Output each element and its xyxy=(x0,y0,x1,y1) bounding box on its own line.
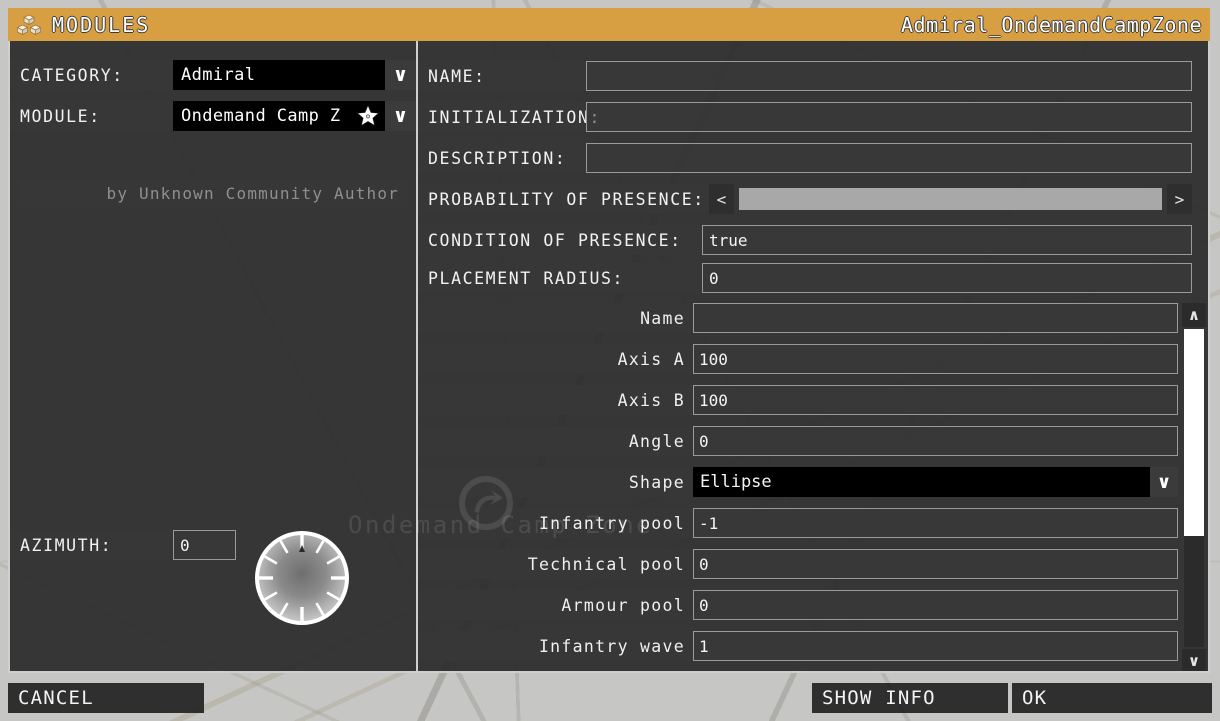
property-value: 1 xyxy=(699,636,709,656)
placement-radius-value: 0 xyxy=(709,268,719,288)
property-row: Infantry wave 1 xyxy=(418,631,1178,661)
property-row: Technical pool 0 xyxy=(418,549,1178,579)
initialization-label: INITIALIZATION: xyxy=(418,102,599,132)
show-info-button[interactable]: SHOW INFO xyxy=(812,683,1008,713)
dialog-title: MODULES xyxy=(52,12,151,37)
scroll-down-icon[interactable]: ∨ xyxy=(1182,649,1206,671)
property-label: Technical pool xyxy=(418,549,693,579)
property-label: Axis A xyxy=(418,344,693,374)
left-panel: CATEGORY: Admiral ∨ MODULE: Ondemand Cam… xyxy=(10,41,418,671)
name-input[interactable] xyxy=(586,61,1192,91)
module-row: MODULE: Ondemand Camp Z ∨ xyxy=(10,101,416,131)
condition-value: true xyxy=(709,230,748,250)
module-select[interactable]: Ondemand Camp Z xyxy=(173,101,385,131)
property-label: Angle xyxy=(418,426,693,456)
probability-of-presence-row: PROBABILITY OF PRESENCE: < > xyxy=(418,184,1192,214)
property-row: Infantry pool -1 xyxy=(418,508,1178,538)
property-input[interactable]: 1 xyxy=(693,631,1178,661)
placement-radius-row: PLACEMENT RADIUS: 0 xyxy=(418,263,1192,293)
module-chevron-down-icon[interactable]: ∨ xyxy=(385,101,416,131)
property-row: Axis B 100 xyxy=(418,385,1178,415)
dialog-body: CATEGORY: Admiral ∨ MODULE: Ondemand Cam… xyxy=(8,41,1210,673)
property-label: Name xyxy=(418,303,693,333)
property-value: 0 xyxy=(699,431,709,451)
name-label: NAME: xyxy=(418,61,586,91)
azimuth-value: 0 xyxy=(180,535,190,555)
ok-button[interactable]: OK xyxy=(1012,683,1212,713)
category-row: CATEGORY: Admiral ∨ xyxy=(10,60,416,90)
scroll-up-icon[interactable]: ∧ xyxy=(1182,303,1206,327)
probability-slider[interactable] xyxy=(739,188,1162,210)
property-chevron-down-icon[interactable]: ∨ xyxy=(1150,467,1178,497)
titlebar-left-group: MODULES xyxy=(8,13,150,37)
category-label: CATEGORY: xyxy=(10,60,173,90)
category-value: Admiral xyxy=(181,65,256,85)
probability-label: PROBABILITY OF PRESENCE: xyxy=(418,184,709,214)
property-input[interactable]: 100 xyxy=(693,344,1178,374)
modules-cubes-icon xyxy=(16,14,42,36)
property-list: Name Axis A 100 Axis B 100 Angle 0 Shape Ellipse… xyxy=(418,303,1178,671)
modules-dialog: MODULES Admiral_OndemandCampZone CATEGOR… xyxy=(8,8,1212,714)
property-label: Infantry wave xyxy=(418,631,693,661)
property-label: Infantry pool xyxy=(418,508,693,538)
description-row: DESCRIPTION: xyxy=(418,143,1192,173)
description-label: DESCRIPTION: xyxy=(418,143,586,173)
property-label: Axis B xyxy=(418,385,693,415)
property-input[interactable] xyxy=(693,303,1178,333)
property-row: Shape Ellipse ∨ xyxy=(418,467,1178,497)
property-row: Angle 0 xyxy=(418,426,1178,456)
azimuth-row: AZIMUTH: 0 xyxy=(10,530,240,560)
scrollbar-thumb[interactable] xyxy=(1184,329,1204,536)
probability-prev-button[interactable]: < xyxy=(709,184,734,214)
property-label: Armour pool xyxy=(418,590,693,620)
category-select[interactable]: Admiral xyxy=(173,60,385,90)
dialog-bottom-bar: CANCEL SHOW INFO OK xyxy=(0,673,1220,721)
property-input[interactable]: 0 xyxy=(693,590,1178,620)
property-input[interactable]: 0 xyxy=(693,426,1178,456)
scrollbar-track[interactable] xyxy=(1184,329,1204,647)
right-panel: NAME: INITIALIZATION: DESCRIPTION: PROBA… xyxy=(418,41,1208,671)
property-row: Axis A 100 xyxy=(418,344,1178,374)
probability-next-button[interactable]: > xyxy=(1167,184,1192,214)
module-author: by Unknown Community Author xyxy=(18,180,408,207)
property-input[interactable]: -1 xyxy=(693,508,1178,538)
module-value: Ondemand Camp Z xyxy=(181,106,341,126)
category-chevron-down-icon[interactable]: ∨ xyxy=(385,60,416,90)
property-row: Armour pool 0 xyxy=(418,590,1178,620)
name-row: NAME: xyxy=(418,61,1192,91)
placement-radius-input[interactable]: 0 xyxy=(702,263,1192,293)
initialization-input[interactable] xyxy=(586,102,1192,132)
property-row: Name xyxy=(418,303,1178,333)
description-input[interactable] xyxy=(586,143,1192,173)
property-value: 100 xyxy=(699,390,728,410)
condition-of-presence-row: CONDITION OF PRESENCE: true xyxy=(418,225,1192,255)
property-value: 100 xyxy=(699,349,728,369)
property-input[interactable]: 0 xyxy=(693,549,1178,579)
dialog-titlebar: MODULES Admiral_OndemandCampZone xyxy=(8,8,1210,41)
property-value: 0 xyxy=(699,595,709,615)
property-value: Ellipse xyxy=(700,472,772,492)
azimuth-label: AZIMUTH: xyxy=(10,530,173,560)
initialization-row: INITIALIZATION: xyxy=(418,102,1192,132)
module-label: MODULE: xyxy=(10,101,173,131)
azimuth-dial-icon[interactable] xyxy=(253,529,351,627)
condition-label: CONDITION OF PRESENCE: xyxy=(418,225,702,255)
module-id-title: Admiral_OndemandCampZone xyxy=(901,12,1202,37)
property-label: Shape xyxy=(418,467,693,497)
star-icon xyxy=(355,103,381,127)
property-list-scrollbar[interactable]: ∧ ∨ xyxy=(1182,303,1206,671)
property-value: -1 xyxy=(699,513,719,533)
condition-input[interactable]: true xyxy=(702,225,1192,255)
property-value: 0 xyxy=(699,554,709,574)
azimuth-input[interactable]: 0 xyxy=(173,530,236,560)
placement-radius-label: PLACEMENT RADIUS: xyxy=(418,263,702,293)
property-input[interactable]: 100 xyxy=(693,385,1178,415)
property-select[interactable]: Ellipse xyxy=(693,467,1150,497)
cancel-button[interactable]: CANCEL xyxy=(8,683,204,713)
